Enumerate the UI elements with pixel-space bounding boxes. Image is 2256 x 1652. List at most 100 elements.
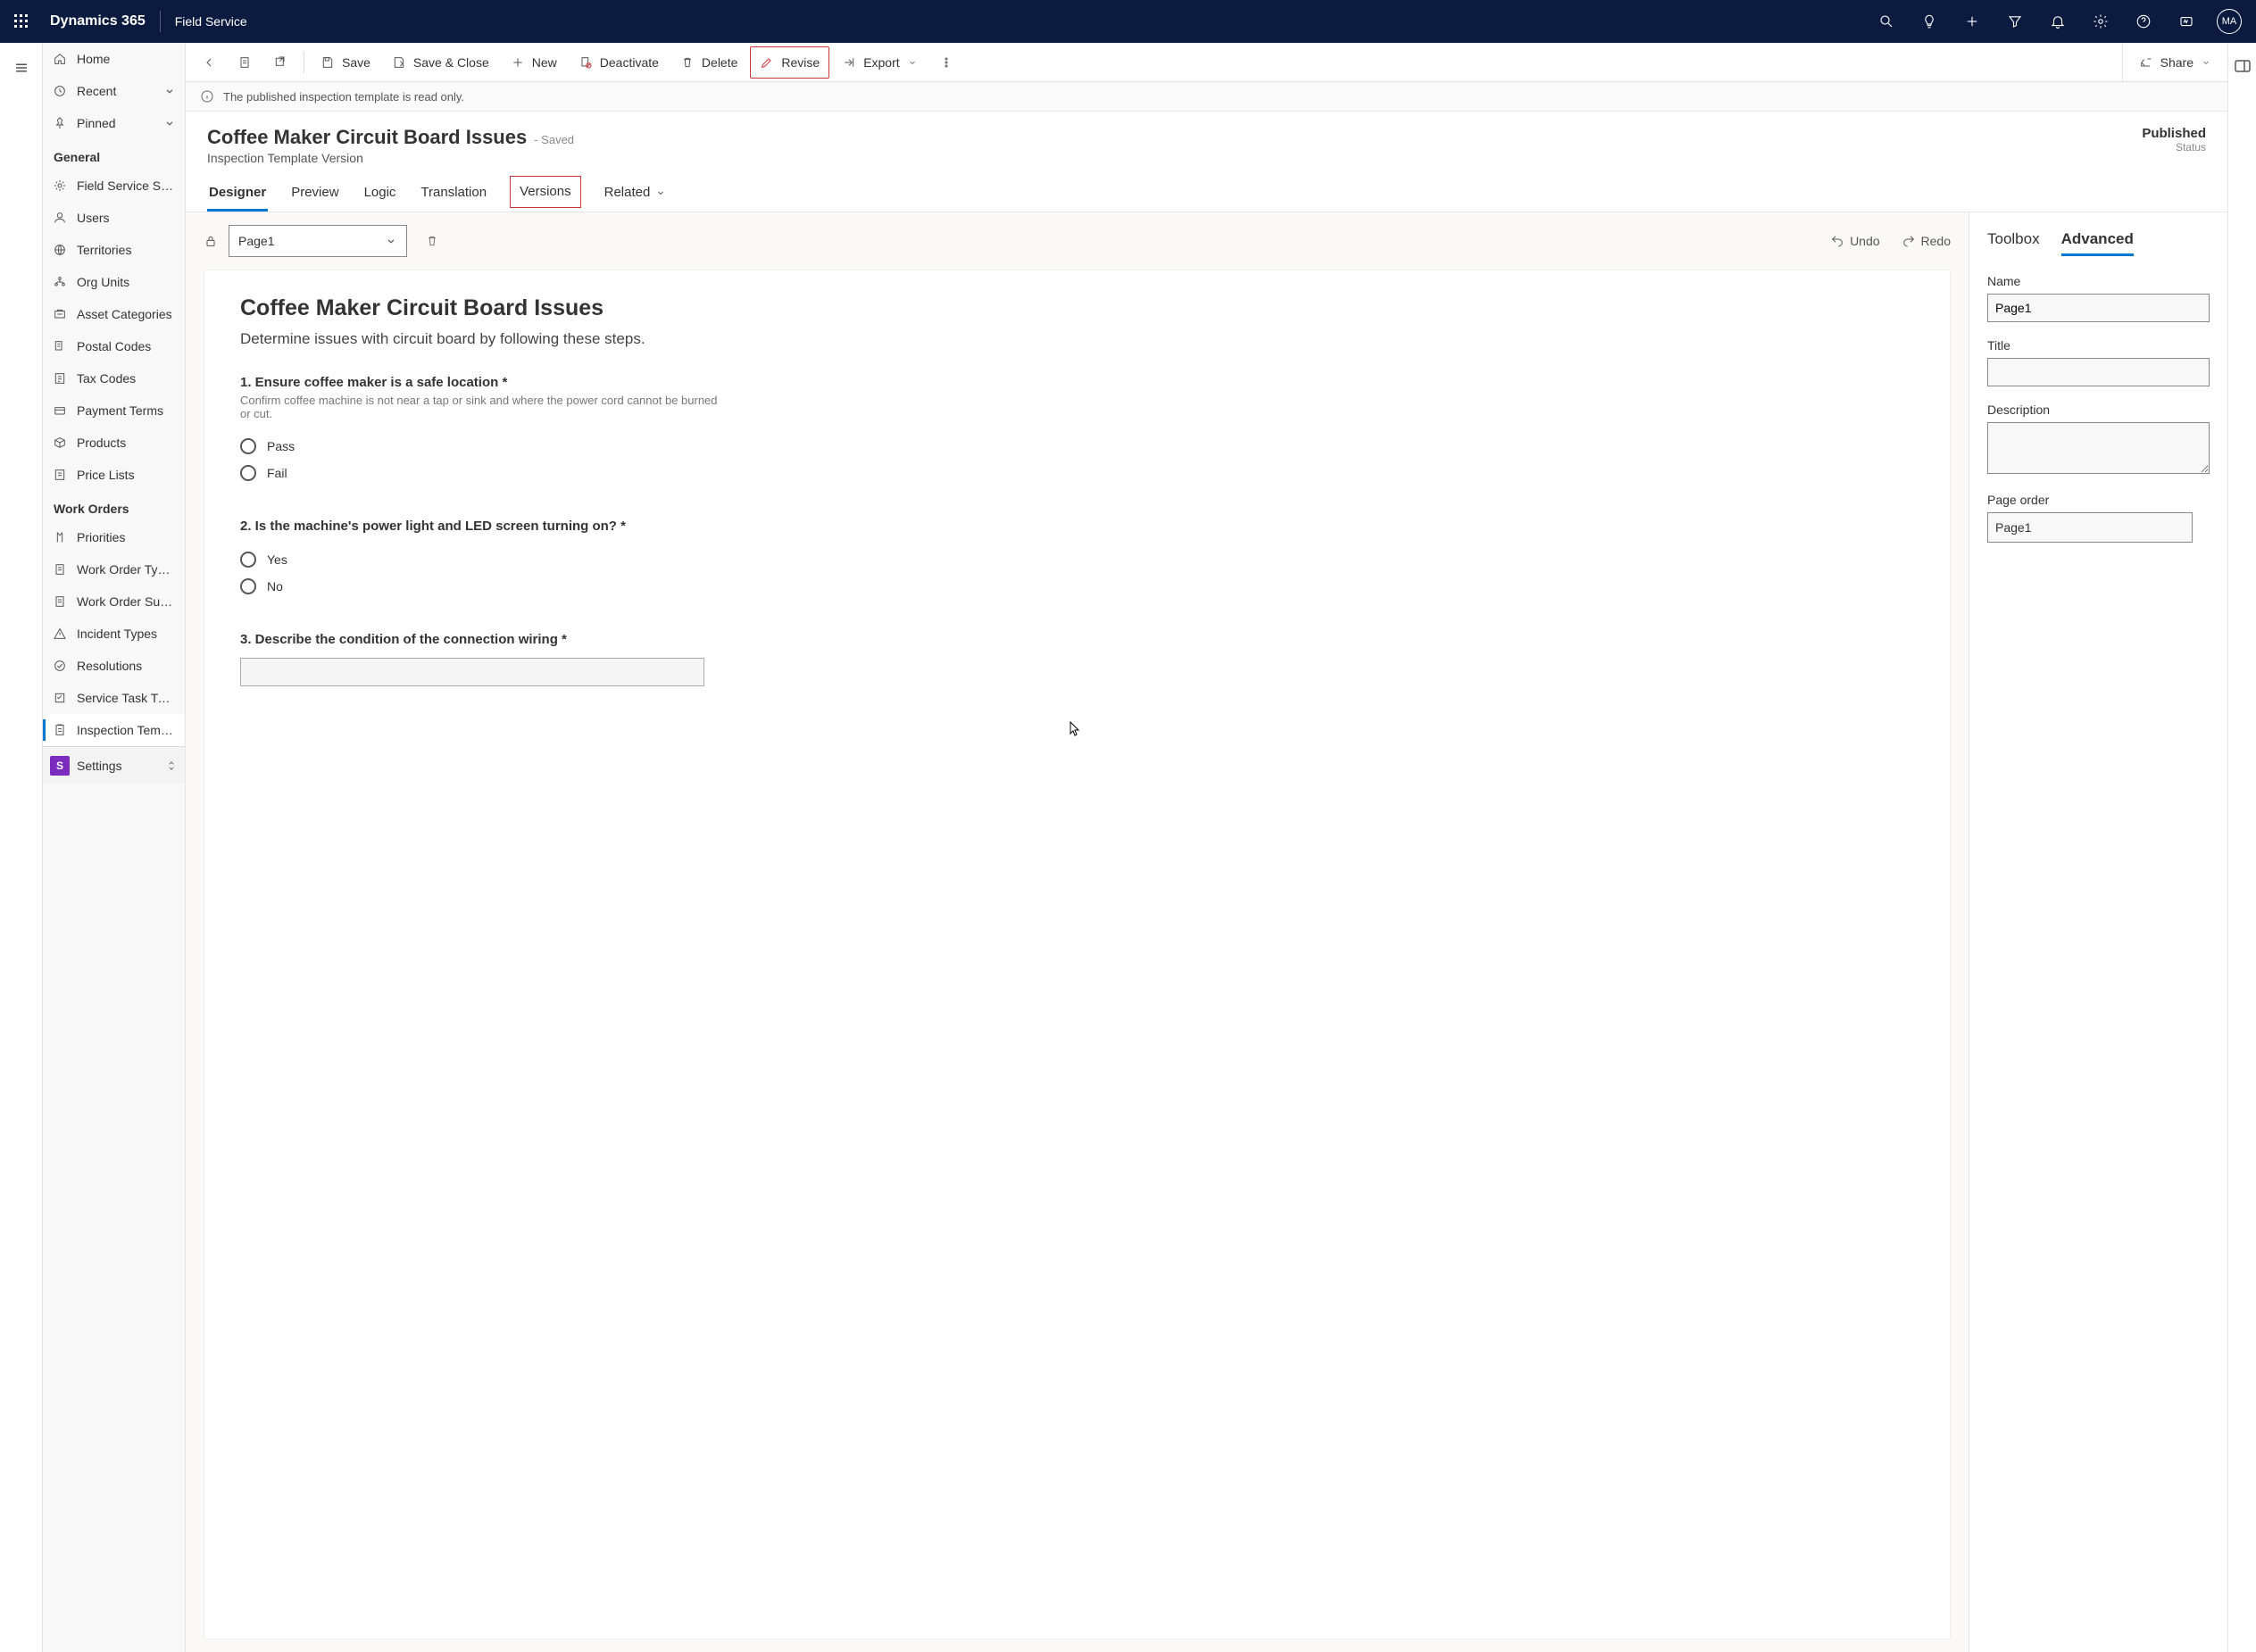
hamburger-column xyxy=(0,43,43,1652)
tab-versions[interactable]: Versions xyxy=(510,176,581,208)
props-tab-advanced[interactable]: Advanced xyxy=(2061,230,2134,256)
prop-page-order-label: Page order xyxy=(1987,493,2210,507)
brand-title[interactable]: Dynamics 365 xyxy=(50,13,146,29)
revise-button[interactable]: Revise xyxy=(750,46,829,79)
question-title: 3. Describe the condition of the connect… xyxy=(240,632,1914,647)
search-icon[interactable] xyxy=(1867,0,1906,43)
back-button[interactable] xyxy=(193,46,225,79)
priority-icon xyxy=(52,529,68,545)
nav-item[interactable]: Payment Terms xyxy=(43,394,185,427)
tab-designer[interactable]: Designer xyxy=(207,176,268,212)
open-new-window-button[interactable] xyxy=(264,46,296,79)
question-2[interactable]: 2. Is the machine's power light and LED … xyxy=(240,519,1914,600)
service-name[interactable]: Field Service xyxy=(175,14,247,29)
record-set-button[interactable] xyxy=(229,46,261,79)
radio-option[interactable]: Fail xyxy=(240,460,1914,486)
share-button[interactable]: Share xyxy=(2130,46,2220,79)
text-answer-input[interactable] xyxy=(240,658,704,686)
radio-icon xyxy=(240,438,256,454)
question-help: Confirm coffee machine is not near a tap… xyxy=(240,394,722,420)
prop-title-input[interactable] xyxy=(1987,358,2210,386)
page-selector[interactable]: Page1 xyxy=(229,225,407,257)
export-button[interactable]: Export xyxy=(833,46,926,79)
option-label: No xyxy=(267,579,283,594)
tab-related[interactable]: Related xyxy=(603,176,669,212)
question-1[interactable]: 1. Ensure coffee maker is a safe locatio… xyxy=(240,375,1914,486)
nav-label: Resolutions xyxy=(77,659,176,673)
nav-item[interactable]: Users xyxy=(43,202,185,234)
globe-icon xyxy=(52,242,68,258)
user-avatar[interactable]: MA xyxy=(2217,9,2242,34)
delete-button[interactable]: Delete xyxy=(671,46,746,79)
top-bar: Dynamics 365 Field Service MA xyxy=(0,0,2256,43)
nav-item[interactable]: Territories xyxy=(43,234,185,266)
question-title: 1. Ensure coffee maker is a safe locatio… xyxy=(240,375,1914,390)
radio-option[interactable]: Yes xyxy=(240,546,1914,573)
tab-logic[interactable]: Logic xyxy=(362,176,398,212)
site-map-sidebar: HomeRecentPinned GeneralField Service Se… xyxy=(43,43,186,1652)
delete-page-button[interactable] xyxy=(418,227,446,255)
nav-item[interactable]: Field Service Setti... xyxy=(43,170,185,202)
form-title[interactable]: Coffee Maker Circuit Board Issues xyxy=(240,295,1914,321)
nav-item[interactable]: Price Lists xyxy=(43,459,185,491)
bell-icon[interactable] xyxy=(2038,0,2077,43)
check-icon xyxy=(52,658,68,674)
prop-name-input[interactable] xyxy=(1987,294,2210,322)
area-switcher[interactable]: S Settings xyxy=(43,746,185,784)
props-tab-toolbox[interactable]: Toolbox xyxy=(1987,230,2040,256)
nav-item[interactable]: Postal Codes xyxy=(43,330,185,362)
nav-item[interactable]: Products xyxy=(43,427,185,459)
radio-option[interactable]: No xyxy=(240,573,1914,600)
pin-icon xyxy=(52,115,68,131)
hamburger-icon[interactable] xyxy=(7,54,36,82)
chevron-down-icon xyxy=(655,187,666,198)
nav-item[interactable]: Priorities xyxy=(43,521,185,553)
nav-item[interactable]: Inspection Templa... xyxy=(43,714,185,746)
tab-preview[interactable]: Preview xyxy=(289,176,340,212)
product-icon xyxy=(52,435,68,451)
nav-pinned[interactable]: Pinned xyxy=(43,107,185,139)
user-icon xyxy=(52,210,68,226)
assistant-icon[interactable] xyxy=(2167,0,2206,43)
save-button[interactable]: Save xyxy=(312,46,379,79)
area-label: Settings xyxy=(77,759,122,773)
radio-option[interactable]: Pass xyxy=(240,433,1914,460)
app-launcher-icon[interactable] xyxy=(7,7,36,36)
prop-description-input[interactable] xyxy=(1987,422,2210,474)
nav-item[interactable]: Work Order Types xyxy=(43,553,185,585)
nav-item[interactable]: Work Order Subst... xyxy=(43,585,185,618)
plus-icon[interactable] xyxy=(1952,0,1992,43)
help-icon[interactable] xyxy=(2124,0,2163,43)
save-close-button[interactable]: Save & Close xyxy=(383,46,498,79)
nav-label: Pinned xyxy=(77,116,154,130)
radio-icon xyxy=(240,552,256,568)
nav-item[interactable]: Org Units xyxy=(43,266,185,298)
settings-gear-icon[interactable] xyxy=(2081,0,2120,43)
lightbulb-icon[interactable] xyxy=(1910,0,1949,43)
nav-item[interactable]: Asset Categories xyxy=(43,298,185,330)
nav-recent[interactable]: Recent xyxy=(43,75,185,107)
form-description[interactable]: Determine issues with circuit board by f… xyxy=(240,330,1914,348)
undo-button[interactable]: Undo xyxy=(1830,234,1879,248)
record-saved-indicator: - Saved xyxy=(534,133,574,146)
question-3[interactable]: 3. Describe the condition of the connect… xyxy=(240,632,1914,686)
tab-label: Preview xyxy=(291,185,338,200)
new-button[interactable]: New xyxy=(502,46,566,79)
filter-icon[interactable] xyxy=(1995,0,2035,43)
prop-page-order-select[interactable]: Page1 xyxy=(1987,512,2193,543)
tab-label: Related xyxy=(604,185,651,200)
assistant-toggle-icon[interactable] xyxy=(2232,55,2253,77)
nav-home[interactable]: Home xyxy=(43,43,185,75)
chevron-down-icon xyxy=(163,85,176,97)
nav-item[interactable]: Service Task Types xyxy=(43,682,185,714)
home-icon xyxy=(52,51,68,67)
price-icon xyxy=(52,467,68,483)
nav-label: Payment Terms xyxy=(77,403,176,418)
nav-item[interactable]: Incident Types xyxy=(43,618,185,650)
tab-translation[interactable]: Translation xyxy=(419,176,488,212)
nav-item[interactable]: Tax Codes xyxy=(43,362,185,394)
nav-item[interactable]: Resolutions xyxy=(43,650,185,682)
deactivate-button[interactable]: Deactivate xyxy=(570,46,668,79)
redo-button[interactable]: Redo xyxy=(1902,234,1951,248)
overflow-button[interactable] xyxy=(930,46,962,79)
